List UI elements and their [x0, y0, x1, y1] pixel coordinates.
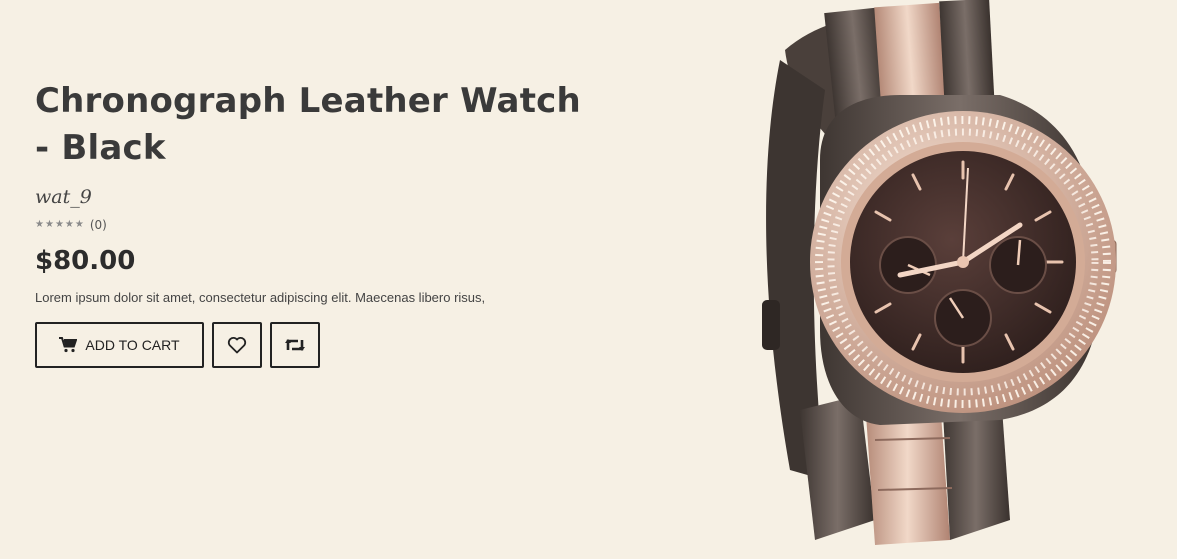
- rating-stars: ★ ★ ★ ★ ★: [35, 219, 84, 231]
- star-icon: ★: [64, 219, 74, 230]
- product-title: Chronograph Leather Watch - Black: [35, 81, 581, 168]
- product-info: Chronograph Leather Watch - Black wat_9 …: [35, 78, 595, 368]
- add-to-cart-button[interactable]: ADD TO CART: [35, 322, 204, 368]
- product-description: Lorem ipsum dolor sit amet, consectetur …: [35, 290, 486, 305]
- product-price: $80.00: [35, 246, 136, 276]
- star-icon: ★: [35, 219, 44, 230]
- product-sku: wat_9: [35, 186, 92, 208]
- star-icon: ★: [74, 219, 84, 230]
- star-icon: ★: [44, 219, 54, 230]
- product-image: [762, 0, 1117, 545]
- product-rating: ★ ★ ★ ★ ★ (0): [35, 218, 595, 232]
- cart-icon: [59, 337, 78, 353]
- star-icon: ★: [54, 219, 64, 230]
- product-actions: ADD TO CART: [35, 322, 595, 368]
- add-to-cart-label: ADD TO CART: [85, 337, 180, 353]
- compare-icon: [285, 339, 305, 351]
- review-count[interactable]: (0): [90, 218, 107, 232]
- wishlist-button[interactable]: [212, 322, 262, 368]
- compare-button[interactable]: [270, 322, 320, 368]
- heart-icon: [227, 337, 247, 354]
